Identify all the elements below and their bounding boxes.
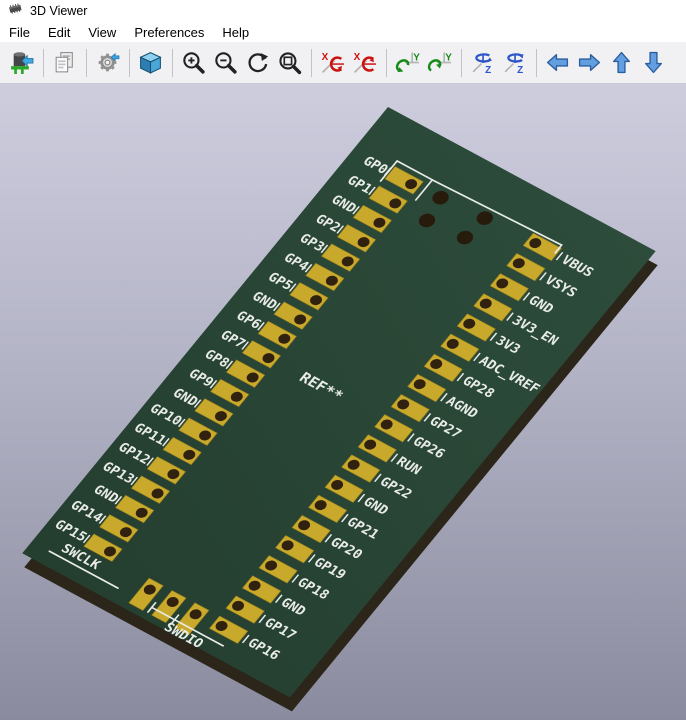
toolbar-separator xyxy=(461,49,462,77)
rotate-z-ccw-icon: Z xyxy=(502,50,527,75)
3d-viewer-window: 3D Viewer FileEditViewPreferencesHelp XX… xyxy=(0,0,686,720)
pcb-3d-render[interactable]: GP0GP1GNDGP2GP3GP4GP5GNDGP6GP7GP8GP9GNDG… xyxy=(0,84,686,720)
redraw-button[interactable] xyxy=(242,48,272,78)
arrow-left-icon xyxy=(545,50,570,75)
pan-up-button[interactable] xyxy=(606,48,636,78)
zoom-in-button[interactable] xyxy=(178,48,208,78)
svg-text:X: X xyxy=(353,52,360,63)
rotate-z-counterclockwise-button[interactable]: Z xyxy=(499,48,529,78)
rotate-y-cw-icon: Y xyxy=(395,50,420,75)
titlebar: 3D Viewer xyxy=(0,0,686,22)
zoom-in-icon xyxy=(181,50,206,75)
rotate-x-cw-icon: X xyxy=(320,50,345,75)
rotate-y-clockwise-button[interactable]: Y xyxy=(392,48,422,78)
toolbar-separator xyxy=(172,49,173,77)
cube-icon xyxy=(138,50,163,75)
svg-text:Z: Z xyxy=(517,65,523,75)
menu-item-view[interactable]: View xyxy=(79,23,125,42)
toolbar-separator xyxy=(43,49,44,77)
pan-left-button[interactable] xyxy=(542,48,572,78)
menu-item-edit[interactable]: Edit xyxy=(39,23,79,42)
redraw-icon xyxy=(245,50,270,75)
svg-text:Y: Y xyxy=(413,52,420,63)
svg-text:Y: Y xyxy=(445,52,452,63)
menu-item-help[interactable]: Help xyxy=(213,23,258,42)
viewport-3d[interactable]: GP0GP1GNDGP2GP3GP4GP5GNDGP6GP7GP8GP9GNDG… xyxy=(0,84,686,720)
toolbar-separator xyxy=(86,49,87,77)
arrow-up-icon xyxy=(609,50,634,75)
render-options-button[interactable] xyxy=(92,48,122,78)
zoom-fit-icon xyxy=(277,50,302,75)
zoom-to-fit-button[interactable] xyxy=(274,48,304,78)
menubar: FileEditViewPreferencesHelp xyxy=(0,22,686,42)
rotate-z-clockwise-button[interactable]: Z xyxy=(467,48,497,78)
zoom-out-button[interactable] xyxy=(210,48,240,78)
copy-image-icon xyxy=(52,50,77,75)
pan-down-button[interactable] xyxy=(638,48,668,78)
toolbar-separator xyxy=(386,49,387,77)
rotate-y-counterclockwise-button[interactable]: Y xyxy=(424,48,454,78)
svg-text:X: X xyxy=(321,52,328,63)
rotate-z-cw-icon: Z xyxy=(470,50,495,75)
arrow-down-icon xyxy=(641,50,666,75)
projection-cube-button[interactable] xyxy=(135,48,165,78)
copy-image-button[interactable] xyxy=(49,48,79,78)
rotate-x-counterclockwise-button[interactable]: X xyxy=(349,48,379,78)
arrow-right-icon xyxy=(577,50,602,75)
toolbar-separator xyxy=(129,49,130,77)
window-title: 3D Viewer xyxy=(30,4,87,18)
menu-item-preferences[interactable]: Preferences xyxy=(125,23,213,42)
app-chip-icon xyxy=(7,1,24,21)
reload-board-button[interactable] xyxy=(6,48,36,78)
pan-right-button[interactable] xyxy=(574,48,604,78)
rotate-x-ccw-icon: X xyxy=(352,50,377,75)
menu-item-file[interactable]: File xyxy=(0,23,39,42)
toolbar-separator xyxy=(311,49,312,77)
rotate-y-ccw-icon: Y xyxy=(427,50,452,75)
toolbar-separator xyxy=(536,49,537,77)
zoom-out-icon xyxy=(213,50,238,75)
render-options-icon xyxy=(95,50,120,75)
svg-text:Z: Z xyxy=(485,65,491,75)
rotate-x-clockwise-button[interactable]: X xyxy=(317,48,347,78)
toolbar: X X Y Y Z Z xyxy=(0,42,686,84)
reload-board-icon xyxy=(9,50,34,75)
